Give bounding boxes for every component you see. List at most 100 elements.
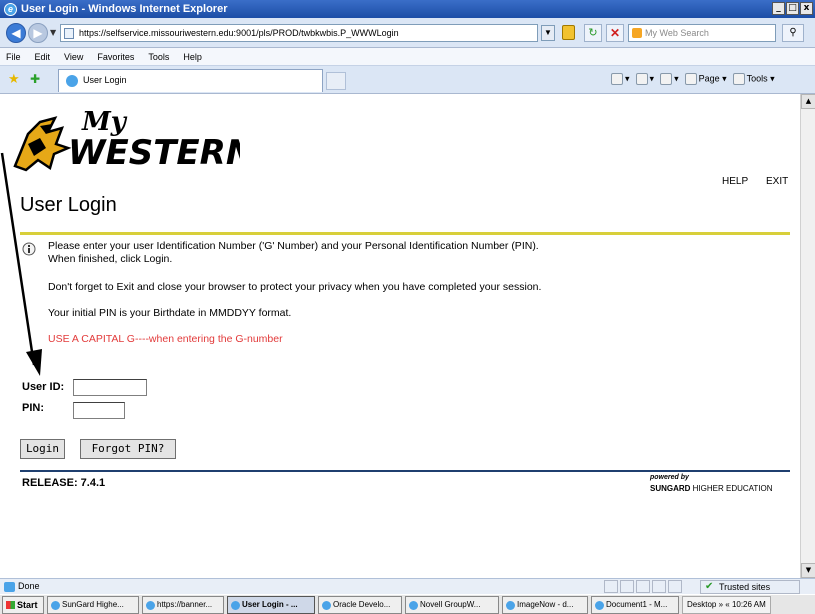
app-icon [506, 600, 515, 610]
close-button[interactable]: x [800, 2, 813, 15]
favorites-star-icon[interactable]: ★ [8, 72, 20, 87]
print-button[interactable]: ▾ [660, 73, 679, 85]
taskbar-item[interactable]: ImageNow - d... [502, 595, 588, 614]
scroll-up-icon[interactable]: ▲ [801, 94, 815, 109]
maximize-button[interactable]: □ [786, 2, 799, 15]
windows-flag-icon [6, 600, 15, 609]
sungard-wordmark: SUNGARD [650, 484, 691, 493]
tools-gear-icon [732, 73, 745, 85]
tab-label: User Login [83, 75, 127, 85]
menu-file[interactable]: File [6, 52, 21, 62]
new-tab-button[interactable] [326, 72, 346, 90]
tools-menu-button[interactable]: Tools ▾ [732, 73, 775, 85]
feeds-button[interactable]: ▾ [635, 73, 654, 85]
logo-western-text: WESTERN [68, 133, 240, 173]
search-button[interactable]: ⚲ [782, 24, 804, 42]
window-title: User Login - Windows Internet Explorer [21, 3, 228, 15]
status-text: Done [18, 581, 40, 591]
page-viewport: My WESTERN HELP EXIT User Login Please e… [0, 94, 800, 578]
taskbar-item[interactable]: SunGard Highe... [47, 595, 139, 614]
menu-edit[interactable]: Edit [35, 52, 51, 62]
pin-input[interactable] [73, 402, 125, 419]
info-text-exit-reminder: Don't forget to Exit and close your brow… [48, 281, 542, 293]
taskbar-item[interactable]: https://banner... [142, 595, 224, 614]
vertical-scrollbar[interactable]: ▲ ▼ [800, 94, 815, 578]
tab-page-icon [66, 75, 78, 87]
app-icon [51, 600, 60, 610]
menu-tools[interactable]: Tools [148, 52, 169, 62]
page-menu-button[interactable]: Page ▾ [684, 73, 727, 85]
page-title: User Login [20, 194, 117, 216]
menu-help[interactable]: Help [183, 52, 202, 62]
address-toolbar: ◀ ▶ ▼ https://selfservice.missouriwester… [0, 18, 815, 48]
pin-label: PIN: [22, 402, 44, 414]
taskbar-item-active[interactable]: User Login - ... [227, 595, 315, 614]
lock-icon[interactable] [562, 25, 575, 40]
system-tray: Desktop » « 10:26 AM [682, 595, 771, 614]
page-icon [64, 28, 74, 39]
user-id-label: User ID: [22, 381, 65, 393]
status-panel [668, 580, 682, 593]
desktop-toolbar[interactable]: Desktop [687, 600, 716, 609]
home-icon [611, 73, 623, 85]
feeds-icon [635, 73, 648, 85]
recent-pages-dropdown-icon[interactable]: ▼ [50, 28, 56, 37]
info-text-initial-pin: Your initial PIN is your Birthdate in MM… [48, 307, 292, 319]
status-bar: Done ✔ Trusted sites [0, 578, 815, 594]
higher-education-text: HIGHER EDUCATION [690, 484, 773, 493]
page-status-icon [4, 582, 15, 592]
scroll-down-icon[interactable]: ▼ [801, 563, 815, 578]
app-icon [231, 600, 240, 610]
forward-button[interactable]: ▶ [28, 23, 48, 43]
window-title-bar: e User Login - Windows Internet Explorer… [0, 0, 815, 18]
info-icon [22, 242, 36, 256]
zone-label: Trusted sites [719, 582, 771, 592]
search-provider-icon [632, 28, 642, 38]
minimize-button[interactable]: _ [772, 2, 785, 15]
address-input[interactable]: https://selfservice.missouriwestern.edu:… [60, 24, 538, 42]
user-id-input[interactable] [73, 379, 147, 396]
info-text-line1: Please enter your user Identification Nu… [48, 240, 539, 252]
title-divider [20, 232, 790, 235]
sungard-logo: SUNGARD HIGHER EDUCATION [650, 484, 773, 493]
address-url: https://selfservice.missouriwestern.edu:… [79, 28, 399, 38]
search-input[interactable]: My Web Search [628, 24, 776, 42]
app-icon [595, 600, 604, 610]
my-western-logo: My WESTERN [13, 107, 240, 173]
stop-button[interactable]: ✕ [606, 24, 624, 42]
add-favorites-icon[interactable]: ✚ [30, 72, 40, 86]
window-controls: _ □ x [772, 2, 813, 15]
status-panel [652, 580, 666, 593]
tab-bar: ★ ✚ User Login ▾ ▾ ▾ Page ▾ Tools ▾ [0, 66, 815, 94]
griffon-mascot-icon [13, 116, 72, 172]
taskbar-item[interactable]: Oracle Develo... [318, 595, 402, 614]
address-dropdown-button[interactable]: ▼ [541, 25, 555, 41]
clock: 10:26 AM [731, 599, 766, 609]
command-bar: ▾ ▾ ▾ Page ▾ Tools ▾ [611, 73, 775, 85]
ie-icon: e [4, 2, 17, 16]
menu-view[interactable]: View [64, 52, 83, 62]
exit-link[interactable]: EXIT [766, 176, 788, 187]
page-menu-icon [684, 73, 697, 85]
login-button[interactable]: Login [20, 439, 65, 459]
menu-favorites[interactable]: Favorites [97, 52, 134, 62]
info-text-line2: When finished, click Login. [48, 253, 173, 265]
tab-user-login[interactable]: User Login [58, 69, 323, 92]
taskbar-item[interactable]: Document1 - M... [591, 595, 679, 614]
print-icon [660, 73, 673, 85]
taskbar-item[interactable]: Novell GroupW... [405, 595, 499, 614]
security-zone[interactable]: ✔ Trusted sites [700, 580, 800, 594]
home-button[interactable]: ▾ [611, 73, 630, 85]
footer-divider [20, 470, 790, 472]
refresh-button[interactable]: ↻ [584, 24, 602, 42]
back-button[interactable]: ◀ [6, 23, 26, 43]
info-text-capital-g-warning: USE A CAPITAL G----when entering the G-n… [48, 333, 283, 345]
status-panel [620, 580, 634, 593]
trusted-check-icon: ✔ [705, 581, 714, 592]
app-icon [322, 600, 331, 610]
app-icon [146, 600, 155, 610]
release-version: RELEASE: 7.4.1 [22, 477, 106, 489]
forgot-pin-button[interactable]: Forgot PIN? [80, 439, 176, 459]
help-link[interactable]: HELP [722, 176, 748, 187]
start-button[interactable]: Start [2, 595, 44, 614]
